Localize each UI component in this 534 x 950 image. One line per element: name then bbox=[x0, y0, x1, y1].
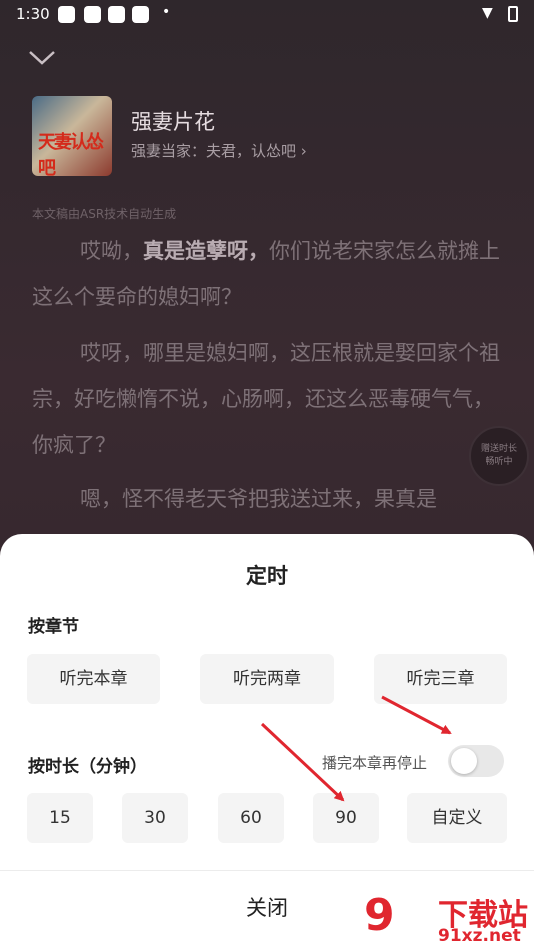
badge-line: 赠送时长 bbox=[480, 444, 517, 454]
duration-option-button[interactable]: 90 bbox=[313, 793, 379, 843]
more-notifications-icon: • bbox=[162, 4, 171, 20]
transcript-text: 哎呦， bbox=[80, 239, 143, 263]
free-time-badge[interactable]: 赠送时长 畅听中 bbox=[469, 426, 529, 486]
sheet-title: 定时 bbox=[246, 564, 288, 588]
battery-icon bbox=[508, 6, 518, 22]
notification-icon bbox=[108, 6, 125, 23]
duration-option-button[interactable]: 15 bbox=[27, 793, 93, 843]
chapter-option-button[interactable]: 听完两章 bbox=[200, 654, 334, 704]
watermark-logo: 9 bbox=[364, 890, 395, 941]
book-title: 强妻片花 bbox=[131, 110, 215, 134]
badge-line: 畅听中 bbox=[485, 457, 513, 467]
stop-after-chapter-toggle[interactable] bbox=[448, 745, 504, 777]
duration-option-button[interactable]: 30 bbox=[122, 793, 188, 843]
book-subtitle-link[interactable]: 强妻当家：夫君，认怂吧 › bbox=[131, 140, 307, 161]
chevron-down-icon[interactable] bbox=[28, 48, 56, 73]
cover-title: 天妻认怂吧 bbox=[38, 132, 104, 176]
status-time: 1:30 bbox=[16, 5, 50, 23]
by-duration-label: 按时长（分钟） bbox=[28, 757, 147, 777]
status-bar: 1:30 • ▼ bbox=[0, 0, 534, 28]
asr-note: 本文稿由ASR技术自动生成 bbox=[32, 207, 177, 221]
notification-icon bbox=[58, 6, 75, 23]
wifi-icon: ▼ bbox=[482, 5, 493, 21]
watermark: 9 下载站 91xz.net bbox=[364, 886, 534, 950]
notification-icon bbox=[132, 6, 149, 23]
toggle-knob bbox=[451, 748, 477, 774]
transcript-paragraph: 哎呀，哪里是媳妇啊，这压根就是娶回家个祖宗，好吃懒惰不说，心肠啊，还这么恶毒硬气… bbox=[32, 341, 500, 457]
transcript-paragraph: 哎呦，真是造孽呀，你们说老宋家怎么就摊上这么个要命的媳妇啊？ bbox=[32, 228, 502, 320]
custom-duration-button[interactable]: 自定义 bbox=[407, 793, 507, 843]
stop-after-chapter-label: 播完本章再停止 bbox=[322, 754, 428, 772]
chapter-option-button[interactable]: 听完本章 bbox=[27, 654, 160, 704]
watermark-url: 91xz.net bbox=[438, 926, 521, 946]
notification-icon bbox=[84, 6, 101, 23]
chapter-option-button[interactable]: 听完三章 bbox=[374, 654, 507, 704]
duration-option-button[interactable]: 60 bbox=[218, 793, 284, 843]
by-chapter-label: 按章节 bbox=[28, 617, 79, 637]
transcript-paragraph: 嗯，怪不得老天爷把我送过来，果真是 bbox=[80, 487, 437, 511]
transcript-highlight: 真是造孽呀， bbox=[143, 239, 269, 263]
divider bbox=[0, 870, 534, 871]
book-cover[interactable]: 天妻认怂吧 bbox=[32, 96, 112, 176]
